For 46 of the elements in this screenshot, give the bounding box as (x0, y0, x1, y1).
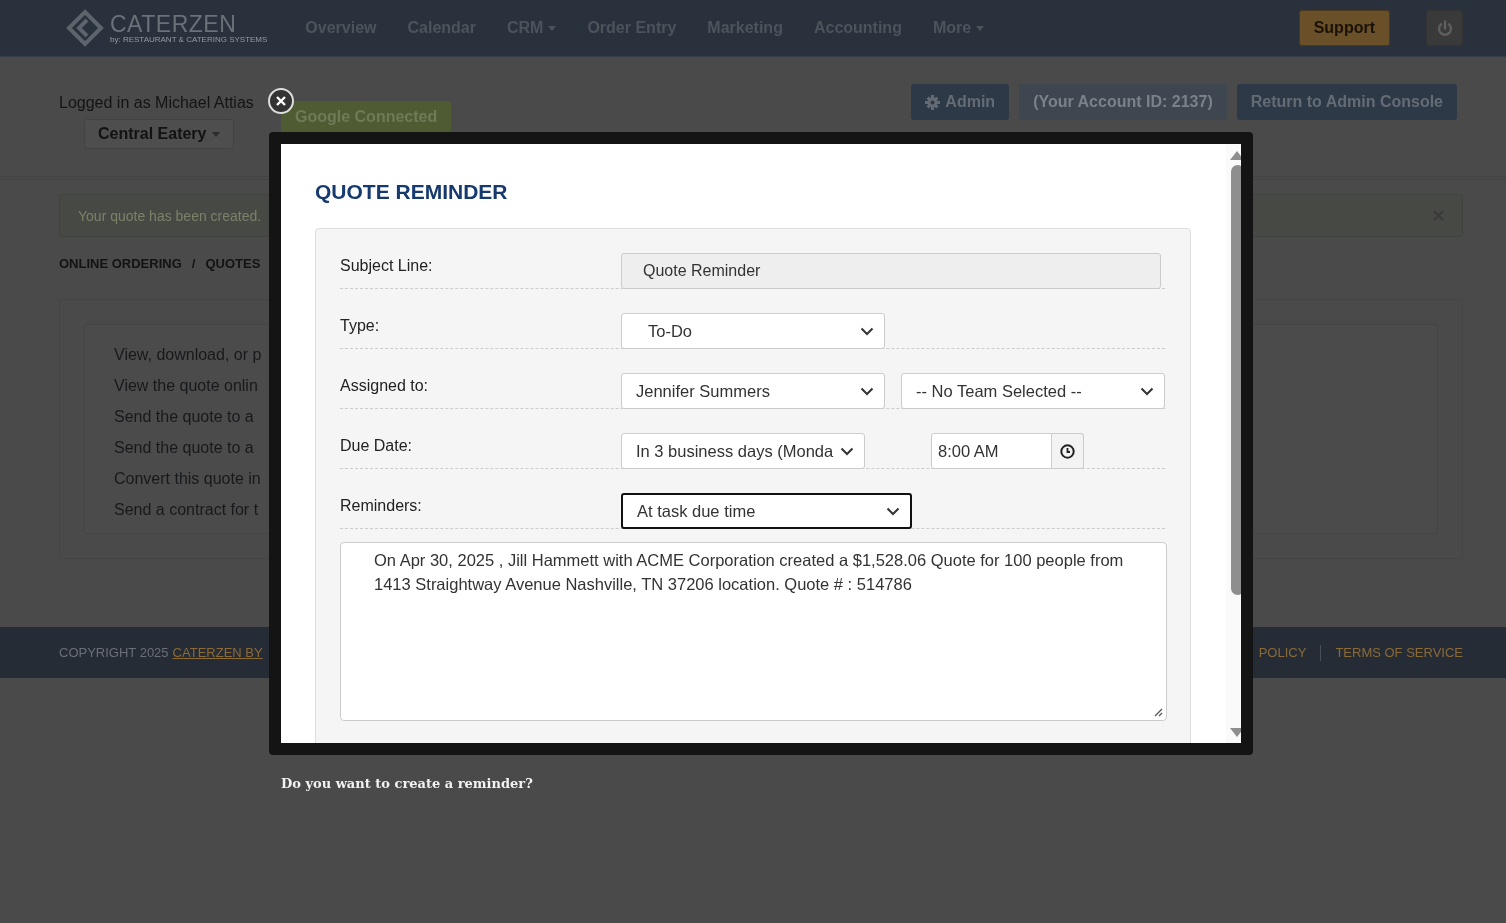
chevron-icon (1140, 386, 1154, 396)
power-icon (1436, 19, 1453, 37)
logo-text: CATERZEN (110, 12, 238, 35)
account-dropdown[interactable]: Central Eatery (84, 119, 234, 149)
field-label: Assigned to: (340, 376, 430, 396)
logo-icon (66, 9, 104, 47)
clock-icon (1060, 443, 1075, 459)
select-field[interactable]: Jennifer Summers (621, 373, 885, 409)
footer-link[interactable]: TERMS OF SERVICE (1335, 645, 1463, 660)
close-button[interactable] (268, 88, 294, 114)
field-label: Due Date: (340, 436, 414, 456)
chevron-icon (840, 446, 854, 456)
select-field[interactable]: To-Do (621, 313, 885, 349)
chevron-icon (860, 386, 874, 396)
caret-icon (211, 131, 220, 137)
field-label: Type: (340, 316, 381, 336)
modal-title: QUOTE REMINDER (315, 180, 509, 204)
field-label: Reminders: (340, 496, 423, 516)
message-textarea[interactable]: On Apr 30, 2025 , Jill Hammett with ACME Corporation created a $1,528.06 Quote for 100 people from 1413 Straightway Avenue Nashville, TN 37206 location. Quote # : 514786 (340, 542, 1167, 721)
scroll-up-icon[interactable] (1230, 151, 1241, 160)
prompt-text: Do you want to create a reminder? (281, 776, 533, 791)
chevron-icon (860, 326, 874, 336)
footer-link[interactable]: CATERZEN BY (172, 645, 263, 660)
logo-tagline: by: RESTAURANT & CATERING SYSTEMS (110, 34, 268, 44)
select-field[interactable]: -- No Team Selected -- (901, 373, 1165, 409)
scrollbar-thumb[interactable] (1230, 165, 1241, 595)
chevron-icon (886, 506, 900, 516)
breadcrumb-separator: / (191, 256, 196, 271)
field-label: Subject Line: (340, 256, 434, 276)
message-text: On Apr 30, 2025 , Jill Hammett with ACME Corporation created a $1,528.06 Quote for 100 people from 1413 Straightway Avenue Nashville, TN 37206 location. Quote # : 514786 (374, 551, 1124, 593)
scroll-down-icon[interactable] (1230, 728, 1241, 737)
time-field[interactable]: 8:00 AM (931, 433, 1052, 469)
footer-link[interactable]: POLICY (1258, 645, 1307, 660)
resize-grip-icon[interactable] (1153, 707, 1163, 717)
support-button[interactable]: Support (1298, 10, 1390, 46)
copyright-text: COPYRIGHT 2025 (59, 645, 169, 660)
select-field[interactable]: In 3 business days (Monda (621, 433, 865, 469)
gear-icon (925, 94, 941, 110)
breadcrumb-link[interactable]: QUOTES (205, 256, 261, 271)
clock-button[interactable] (1052, 433, 1084, 469)
close-icon (276, 96, 286, 106)
input-field[interactable]: Quote Reminder (621, 253, 1161, 289)
power-button[interactable] (1426, 10, 1463, 46)
select-field[interactable]: At task due time (621, 493, 912, 529)
account-id-button[interactable]: (Your Account ID: 2137) (1019, 84, 1227, 120)
alert-message: Your quote has been created. (78, 207, 262, 224)
